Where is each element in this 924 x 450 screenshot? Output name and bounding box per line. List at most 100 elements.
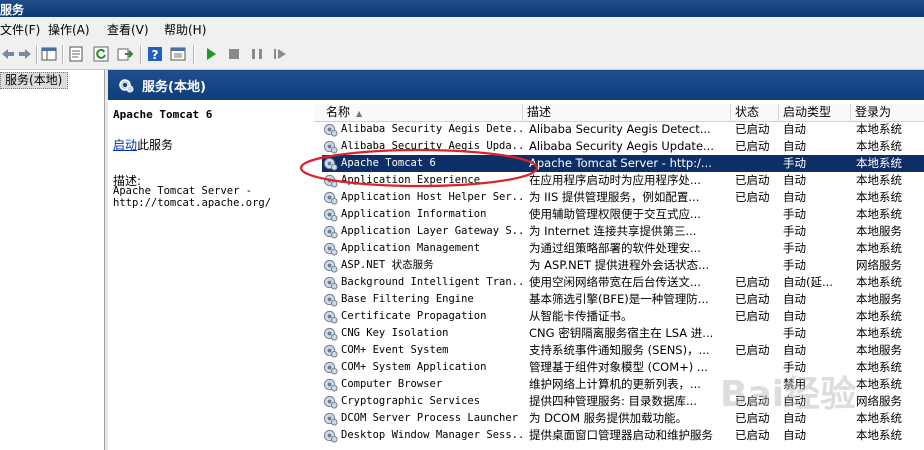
cell-startup: 自动 — [783, 190, 806, 204]
view-icon[interactable] — [170, 46, 186, 62]
cell-startup: 自动(延... — [783, 275, 833, 289]
start-icon[interactable] — [203, 46, 219, 62]
cell-status — [735, 359, 783, 376]
cell-name: Cryptographic Services — [341, 395, 481, 407]
cell-startup: 自动 — [783, 309, 806, 323]
header-title: 服务(本地) — [142, 80, 206, 95]
menu-action[interactable]: 操作(A) — [48, 21, 90, 38]
cell-logon: 本地系统 — [856, 411, 902, 425]
cell-startup: 手动 — [783, 224, 806, 238]
cell-logon: 本地系统 — [856, 428, 902, 442]
toolbar-separator — [193, 45, 195, 64]
service-gear-icon — [323, 395, 338, 409]
cell-name: Application Experience — [341, 174, 481, 186]
cell-logon: 本地系统 — [856, 326, 902, 340]
cell-desc: Alibaba Security Aegis Detect... — [529, 122, 711, 136]
services-header: 服务(本地) — [108, 70, 924, 100]
cell-startup: 自动 — [783, 343, 806, 357]
cell-status: 已启动 — [735, 292, 770, 306]
cell-name: COM+ System Application — [341, 361, 487, 373]
cell-status: 已启动 — [735, 275, 770, 289]
sort-ascending-icon: ▲ — [356, 109, 363, 118]
table-row[interactable]: Application Host Helper Ser... 为 IIS 提供管理… — [322, 189, 924, 206]
refresh-icon[interactable] — [93, 46, 109, 62]
cell-desc: 支持系统事件通知服务 (SENS)，... — [529, 343, 710, 357]
help-icon[interactable]: ? — [147, 46, 163, 62]
action-suffix: 此服务 — [137, 138, 174, 152]
pause-icon[interactable] — [249, 46, 265, 62]
table-row[interactable]: Apache Tomcat 6 Apache Tomcat Server - ht… — [322, 155, 924, 172]
service-gear-icon — [323, 123, 338, 137]
menu-help[interactable]: 帮助(H) — [164, 21, 206, 38]
cell-startup: 自动 — [783, 139, 806, 153]
menu-view[interactable]: 查看(V) — [107, 21, 149, 38]
cell-name: COM+ Event System — [341, 344, 449, 356]
table-row[interactable]: Certificate Propagation 从智能卡传播证书。 已启动 自动 本地系… — [322, 308, 924, 325]
service-gear-icon — [323, 412, 338, 426]
cell-logon: 网络服务 — [856, 394, 902, 408]
cell-logon: 本地服务 — [856, 292, 902, 306]
properties-icon[interactable] — [68, 46, 84, 62]
toolbar: ? — [0, 41, 924, 70]
table-row[interactable]: Computer Browser 维护网络上计算机的更新列表，... 禁用 本地系统 — [322, 376, 924, 393]
back-arrow-icon[interactable] — [0, 46, 16, 62]
service-gear-icon — [323, 259, 338, 273]
column-header-logon[interactable]: 登录为 — [851, 104, 924, 121]
cell-desc: 提供四种管理服务: 目录数据库... — [529, 394, 697, 408]
cell-logon: 本地系统 — [856, 156, 902, 170]
cell-name: CNG Key Isolation — [341, 327, 449, 339]
table-row[interactable]: Background Intelligent Tran... 使用空闲网络带宽在后… — [322, 274, 924, 291]
table-row[interactable]: Application Layer Gateway S... 为 Internet… — [322, 223, 924, 240]
table-row[interactable]: Alibaba Security Aegis Dete... Alibaba Se… — [322, 121, 924, 138]
cell-status: 已启动 — [735, 173, 770, 187]
forward-arrow-icon[interactable] — [17, 46, 33, 62]
tree-item-services-local[interactable]: 服务(本地) — [0, 72, 68, 89]
cell-desc: 在应用程序启动时为应用程序处... — [529, 173, 701, 187]
console-tree: 服务(本地) — [0, 70, 105, 450]
column-logon-label: 登录为 — [855, 105, 892, 119]
service-gear-icon — [323, 361, 338, 375]
cell-startup: 手动 — [783, 258, 806, 272]
cell-logon: 本地系统 — [856, 139, 902, 153]
table-row[interactable]: ASP.NET 状态服务 为 ASP.NET 提供进程外会话状态... 手动 网络服务 — [322, 257, 924, 274]
column-name-label: 名称 — [326, 105, 351, 119]
menu-file[interactable]: 文件(F) — [0, 21, 40, 38]
column-header-name[interactable]: 名称 ▲ — [322, 104, 523, 121]
cell-desc: 提供桌面窗口管理器启动和维护服务 — [529, 428, 713, 442]
column-header-desc[interactable]: 描述 — [523, 104, 731, 121]
service-action: 启动此服务 — [113, 136, 173, 153]
table-row[interactable]: CNG Key Isolation CNG 密钥隔离服务宿主在 LSA 进... 手… — [322, 325, 924, 342]
table-row[interactable]: COM+ System Application 管理基于组件对象模型 (COM+)… — [322, 359, 924, 376]
table-row[interactable]: Desktop Window Manager Sess... 提供桌面窗口管理器启… — [322, 427, 924, 444]
stop-icon[interactable] — [226, 46, 242, 62]
cell-status — [735, 223, 783, 240]
table-row[interactable]: Application Experience 在应用程序启动时为应用程序处... 已… — [322, 172, 924, 189]
column-header-status[interactable]: 状态 — [731, 104, 779, 121]
export-icon[interactable] — [117, 46, 133, 62]
cell-status: 已启动 — [735, 394, 770, 408]
console-tree-icon[interactable] — [41, 46, 57, 62]
table-row[interactable]: Base Filtering Engine 基本筛选引擎(BFE)是一种管理防..… — [322, 291, 924, 308]
cell-status — [735, 206, 783, 223]
cell-logon: 本地系统 — [856, 275, 902, 289]
cell-startup: 自动 — [783, 411, 806, 425]
cell-status: 已启动 — [735, 343, 770, 357]
service-gear-icon — [323, 225, 338, 239]
cell-name: Application Layer Gateway S... — [341, 225, 523, 237]
cell-name: Application Host Helper Ser... — [341, 191, 523, 203]
cell-desc: 为 IIS 提供管理服务，例如配置... — [529, 190, 700, 204]
table-row[interactable]: Application Information 使用辅助管理权限便于交互式应...… — [322, 206, 924, 223]
start-service-link[interactable]: 启动 — [113, 138, 137, 152]
restart-icon[interactable] — [272, 46, 288, 62]
cell-status: 已启动 — [735, 428, 770, 442]
table-row[interactable]: Cryptographic Services 提供四种管理服务: 目录数据库...… — [322, 393, 924, 410]
cell-name: ASP.NET 状态服务 — [341, 259, 434, 271]
cell-desc: 基本筛选引擎(BFE)是一种管理防... — [529, 292, 709, 306]
cell-desc: 使用辅助管理权限便于交互式应... — [529, 207, 701, 221]
table-row[interactable]: DCOM Server Process Launcher 为 DCOM 服务提供加… — [322, 410, 924, 427]
column-header-startup[interactable]: 启动类型 — [779, 104, 851, 121]
cell-logon: 本地服务 — [856, 224, 902, 238]
table-row[interactable]: Application Management 为通过组策略部署的软件处理安... 手… — [322, 240, 924, 257]
table-row[interactable]: COM+ Event System 支持系统事件通知服务 (SENS)，... 已启… — [322, 342, 924, 359]
table-row[interactable]: Alibaba Security Aegis Upda... Alibaba Se… — [322, 138, 924, 155]
